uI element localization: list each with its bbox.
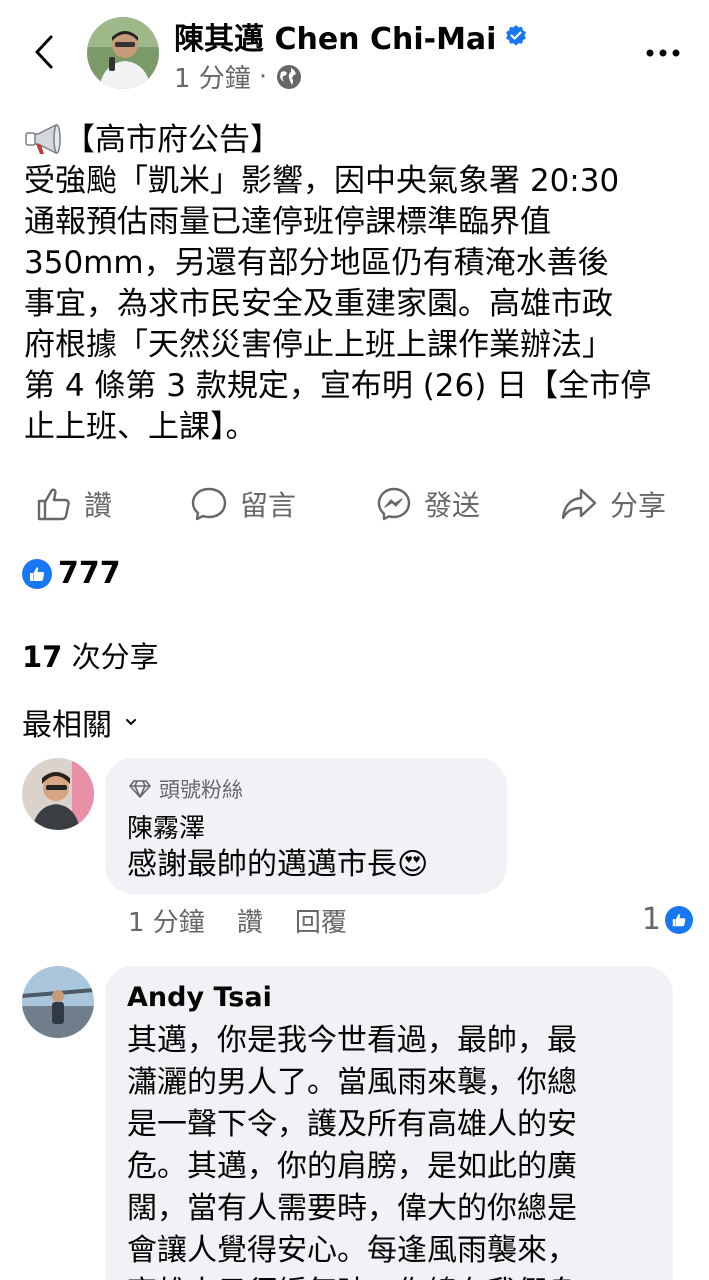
comment-bubble[interactable]: Andy Tsai 其邁，你是我今世看過，最帥，最 瀟灑的男人了。當風雨來襲，你… — [105, 966, 673, 1280]
post-text: 【高市府公告】 受強颱「凱米」影響，因中央氣象署 20:30 通報預估雨量已達停… — [24, 120, 694, 448]
verified-icon — [506, 25, 527, 46]
author-avatar[interactable] — [87, 17, 159, 89]
more-options-button[interactable] — [643, 38, 683, 68]
chevron-down-icon — [126, 719, 136, 725]
send-label: 發送 — [424, 489, 481, 522]
back-button[interactable] — [26, 32, 62, 72]
comment-reaction-count[interactable]: 1 — [642, 902, 693, 937]
top-fan-badge: 頭號粉絲 — [129, 774, 243, 804]
post-time[interactable]: 1 分鐘 — [174, 58, 251, 95]
author-name[interactable]: 陳其邁 Chen Chi-Mai — [174, 14, 528, 58]
send-button[interactable]: 發送 — [376, 478, 480, 530]
reaction-summary[interactable]: 777 — [22, 556, 121, 591]
comment-line: 其邁，你是我今世看過，最帥，最 — [127, 1023, 577, 1058]
sort-label: 最相關 — [22, 708, 112, 743]
post-line: 第 4 條第 3 款規定，宣布明 (26) 日【全市停 — [24, 368, 652, 404]
comment-line: 會讓人覺得安心。每逢風雨襲來， — [127, 1233, 577, 1268]
comment-text: 其邁，你是我今世看過，最帥，最 瀟灑的男人了。當風雨來襲，你總 是一聲下令，護及… — [127, 1020, 577, 1280]
thumbs-up-icon — [37, 488, 70, 521]
share-button[interactable]: 分享 — [560, 478, 666, 530]
post-meta: 1 分鐘 · — [174, 58, 303, 95]
messenger-icon — [377, 487, 411, 521]
share-count-number: 17 — [22, 640, 63, 674]
post-line: 【高市府公告】 — [24, 120, 694, 161]
post-line-text: 【高市府公告】 — [64, 122, 281, 158]
post-line: 通報預估雨量已達停班停課標準臨界值 — [24, 204, 551, 240]
comment-line: 高雄人只須緩氣時，你總在我們身 — [127, 1272, 577, 1280]
like-reaction-icon — [665, 905, 693, 934]
commenter-avatar[interactable] — [22, 966, 94, 1038]
share-count[interactable]: 17 次分享 — [22, 634, 159, 676]
megaphone-icon — [25, 123, 61, 155]
post-line: 府根據「天然災害停止上班上課作業辦法」 — [24, 327, 613, 363]
comment-button[interactable]: 留言 — [190, 478, 296, 530]
post-header: 陳其邁 Chen Chi-Mai 1 分鐘 · — [0, 0, 709, 110]
comment-line: 是一聲下令，護及所有高雄人的安 — [127, 1107, 577, 1142]
comment-bubble[interactable]: 頭號粉絲 陳霧澤 感謝最帥的邁邁市長😍 — [105, 758, 507, 894]
share-label: 分享 — [610, 489, 667, 522]
comment-reply-button[interactable]: 回覆 — [295, 902, 347, 939]
comment-text-content: 感謝最帥的邁邁市長 — [127, 847, 397, 882]
share-icon — [561, 488, 597, 520]
post-line: 受強颱「凱米」影響，因中央氣象署 20:30 — [24, 163, 620, 199]
share-count-label: 次分享 — [71, 640, 159, 674]
post-line: 350mm，另還有部分地區仍有積淹水善後 — [24, 245, 609, 281]
comment-time[interactable]: 1 分鐘 — [128, 902, 205, 939]
comment-line: 瀟灑的男人了。當風雨來襲，你總 — [127, 1065, 577, 1100]
commenter-name[interactable]: Andy Tsai — [127, 982, 272, 1013]
comment-line: 危。其邁，你的肩膀，是如此的廣 — [127, 1149, 577, 1184]
commenter-name[interactable]: 陳霧澤 — [127, 808, 205, 845]
chevron-left-icon — [35, 35, 53, 69]
comment-line: 闊，當有人需要時，偉大的你總是 — [127, 1191, 577, 1226]
reaction-count: 777 — [58, 556, 121, 591]
comment-sort-dropdown[interactable]: 最相關 — [22, 700, 138, 744]
like-reaction-icon — [22, 558, 52, 589]
comment-meta: 1 分鐘 讚 回覆 — [128, 902, 379, 939]
post-line: 事宜，為求市民安全及重建家園。高雄市政 — [24, 286, 613, 322]
globe-icon — [277, 64, 302, 89]
like-label: 讚 — [84, 489, 113, 522]
comment-label: 留言 — [240, 489, 297, 522]
commenter-avatar[interactable] — [22, 758, 94, 830]
author-name-text: 陳其邁 Chen Chi-Mai — [174, 22, 497, 57]
diamond-icon — [129, 780, 151, 798]
action-bar: 讚 留言 發送 分享 — [0, 478, 709, 530]
comment-text: 感謝最帥的邁邁市長😍 — [127, 844, 428, 886]
comment-icon — [191, 487, 227, 521]
comment-like-button[interactable]: 讚 — [237, 902, 263, 939]
meta-separator: · — [258, 61, 268, 92]
comment-reaction-number: 1 — [641, 902, 661, 937]
more-icon — [646, 49, 680, 57]
badge-label: 頭號粉絲 — [159, 778, 243, 802]
like-button[interactable]: 讚 — [36, 478, 112, 530]
heart-eyes-emoji: 😍 — [397, 847, 429, 882]
post-line: 止上班、上課】。 — [24, 409, 257, 445]
